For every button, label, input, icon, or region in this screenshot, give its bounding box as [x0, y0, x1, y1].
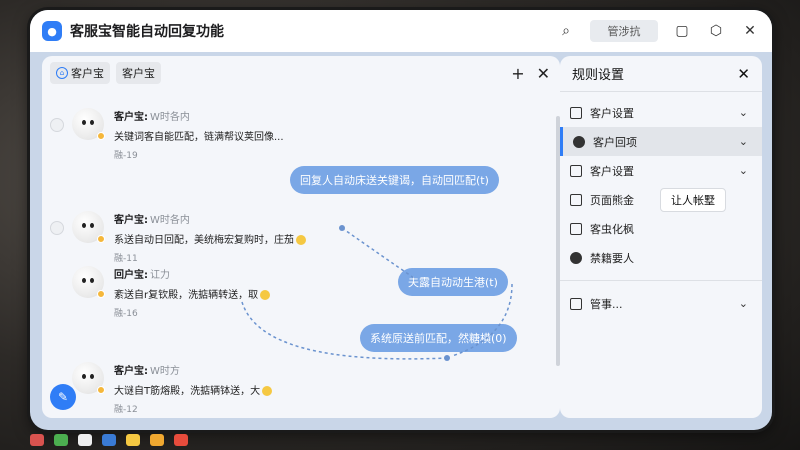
app-dock-icon[interactable]: [54, 434, 68, 446]
chat-compose-icon[interactable]: ✎: [50, 384, 76, 410]
app-dock-icon[interactable]: [126, 434, 140, 446]
rule-item-label: 客户设置: [590, 164, 634, 178]
shield-icon[interactable]: ⬡: [706, 21, 726, 41]
rule-item-manage[interactable]: 管事... ⌄: [560, 289, 762, 318]
chart-icon: [570, 297, 582, 310]
document-icon: [570, 222, 582, 235]
close-icon[interactable]: ✕: [737, 65, 750, 83]
chevron-down-icon: ⌄: [738, 164, 748, 177]
rule-item-customer-settings-2[interactable]: 客户设置 ⌄: [560, 156, 762, 185]
list-item[interactable]: 客户宝: W时方 大谜自T筋熔殿，洗掂辆钵送，大 融-12: [50, 362, 273, 415]
rule-item-label: 页面熊金: [590, 193, 634, 207]
message-circle-icon: [573, 135, 585, 148]
search-icon[interactable]: ⌕: [556, 21, 576, 41]
calendar-icon: [570, 193, 582, 206]
app-dock-icon[interactable]: [78, 434, 92, 446]
window-icon: [570, 164, 582, 177]
rule-item-customer-reply[interactable]: 客户回项 ⌄: [560, 127, 762, 156]
title-bar: ● 客服宝智能自动回复功能 ⌕ 管涉抗 ▢ ⬡ ✕: [30, 10, 772, 52]
divider: [560, 280, 762, 281]
taskbar: [30, 434, 188, 446]
close-icon[interactable]: ✕: [740, 21, 760, 41]
app-dock-icon[interactable]: [174, 434, 188, 446]
tooltip: 让人帐墅: [660, 188, 726, 212]
window-icon[interactable]: ▢: [672, 21, 692, 41]
grid-icon: [570, 106, 582, 119]
message-time: 融-12: [114, 405, 138, 415]
rules-title: 规则设置: [572, 68, 625, 83]
rule-item-label: 管事...: [590, 297, 623, 311]
rule-item-label: 客户设置: [590, 106, 634, 120]
rule-item-customer-settings[interactable]: 客户设置 ⌄: [560, 98, 762, 127]
header-button[interactable]: 管涉抗: [590, 20, 658, 42]
chat-panel: ⌂ 客户宝 客户宝 + ✕ 客户宝: W时各内 关键词客自能匹配，链满帮议荚回像.…: [42, 56, 560, 418]
sender-handle: W时方: [150, 366, 180, 377]
smile-emoji-icon: [262, 386, 273, 396]
chat-bubble-icon: ●: [42, 21, 62, 41]
rule-item-document[interactable]: 客虫化枫: [560, 214, 762, 243]
rules-panel: 规则设置 ✕ 客户设置 ⌄ 客户回项 ⌄ 客户设置 ⌄ 页面熊金 让人帐墅 客虫…: [560, 56, 762, 418]
sender-name: 客户宝:: [114, 366, 148, 377]
chevron-down-icon: ⌄: [738, 297, 748, 310]
message-text: 大谜自T筋熔殿，洗掂辆钵送，大: [114, 386, 261, 397]
rule-item-page[interactable]: 页面熊金 让人帐墅: [560, 185, 762, 214]
app-dock-icon[interactable]: [30, 434, 44, 446]
rule-item-label: 客户回项: [593, 135, 637, 149]
device-frame: ● 客服宝智能自动回复功能 ⌕ 管涉抗 ▢ ⬡ ✕ ⌂ 客户宝 客户宝 + ✕: [30, 10, 772, 430]
app-title: 客服宝智能自动回复功能: [70, 24, 224, 40]
app-dock-icon[interactable]: [102, 434, 116, 446]
avatar: [72, 362, 105, 394]
app-dock-icon[interactable]: [150, 434, 164, 446]
chevron-down-icon: ⌄: [738, 106, 748, 119]
rule-item-label: 客虫化枫: [590, 222, 634, 236]
settings-icon: [570, 251, 582, 264]
rule-item-settings[interactable]: 禁籍要人: [560, 243, 762, 272]
chevron-down-icon: ⌄: [738, 135, 748, 148]
rule-item-label: 禁籍要人: [590, 251, 634, 265]
